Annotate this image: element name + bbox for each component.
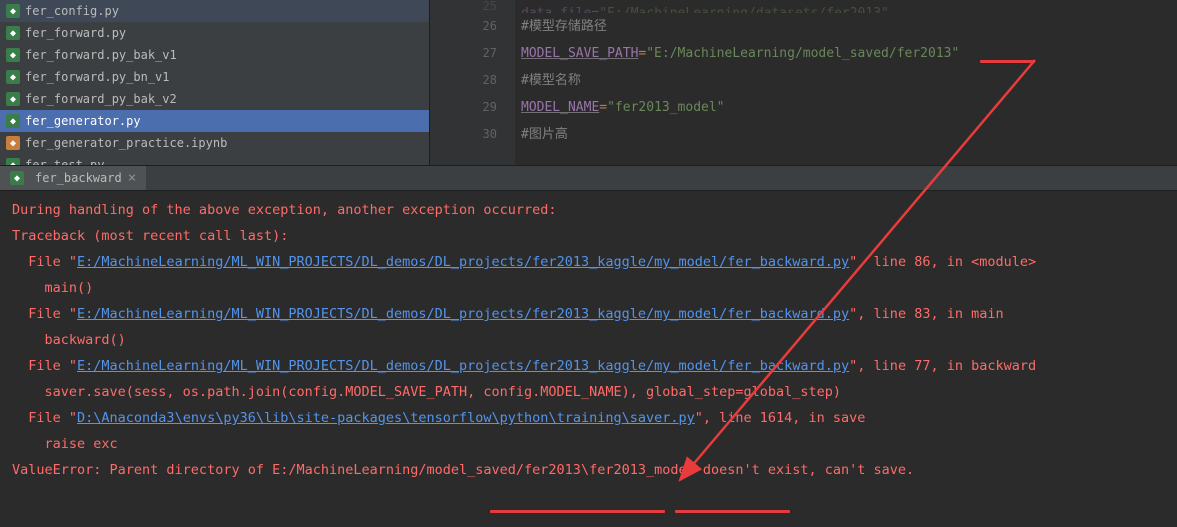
run-tab[interactable]: ◆ fer_backward × [0, 166, 146, 190]
code-line: #图片高 [521, 121, 1177, 148]
file-label: fer_forward.py_bak_v1 [25, 48, 177, 62]
annotation-underline [675, 510, 790, 513]
tab-label: fer_backward [35, 171, 122, 185]
console-line: File "E:/MachineLearning/ML_WIN_PROJECTS… [12, 249, 1165, 275]
code-line: data_file="E:/MachineLearning/datasets/f… [521, 0, 1177, 13]
annotation-underline [980, 60, 1035, 63]
line-number: 29 [430, 94, 497, 121]
file-item-generator-practice[interactable]: ◆ fer_generator_practice.ipynb [0, 132, 429, 154]
console-line: saver.save(sess, os.path.join(config.MOD… [12, 379, 1165, 405]
file-label: fer_forward.py [25, 26, 126, 40]
run-tab-bar: ◆ fer_backward × [0, 165, 1177, 191]
console-line: backward() [12, 327, 1165, 353]
code-area[interactable]: data_file="E:/MachineLearning/datasets/f… [515, 0, 1177, 165]
console-output[interactable]: During handling of the above exception, … [0, 191, 1177, 489]
traceback-link[interactable]: E:/MachineLearning/ML_WIN_PROJECTS/DL_de… [77, 254, 849, 270]
console-line: Traceback (most recent call last): [12, 223, 1165, 249]
file-label: fer_forward.py_bn_v1 [25, 70, 170, 84]
code-line: #模型存储路径 [521, 13, 1177, 40]
file-label: fer_forward_py_bak_v2 [25, 92, 177, 106]
python-file-icon: ◆ [6, 4, 20, 18]
file-tree: ◆ fer_config.py ◆ fer_forward.py ◆ fer_f… [0, 0, 430, 165]
close-icon[interactable]: × [128, 170, 136, 186]
python-file-icon: ◆ [6, 26, 20, 40]
file-item-test[interactable]: ◆ fer_test.py [0, 154, 429, 165]
line-number: 30 [430, 121, 497, 148]
code-line: MODEL_NAME="fer2013_model" [521, 94, 1177, 121]
python-file-icon: ◆ [6, 114, 20, 128]
editor-gutter: 25 26 27 28 29 30 [430, 0, 515, 165]
file-label: fer_generator.py [25, 114, 141, 128]
python-file-icon: ◆ [6, 70, 20, 84]
file-label: fer_generator_practice.ipynb [25, 136, 227, 150]
python-file-icon: ◆ [6, 48, 20, 62]
console-line: raise exc [12, 431, 1165, 457]
line-number: 26 [430, 13, 497, 40]
annotation-underline [490, 510, 665, 513]
file-label: fer_config.py [25, 4, 119, 18]
console-line: During handling of the above exception, … [12, 197, 1165, 223]
code-line: #模型名称 [521, 67, 1177, 94]
notebook-file-icon: ◆ [6, 136, 20, 150]
traceback-link[interactable]: E:/MachineLearning/ML_WIN_PROJECTS/DL_de… [77, 358, 849, 374]
file-item-forward-bn-v1[interactable]: ◆ fer_forward.py_bn_v1 [0, 66, 429, 88]
line-number: 27 [430, 40, 497, 67]
code-editor[interactable]: 25 26 27 28 29 30 data_file="E:/MachineL… [430, 0, 1177, 165]
traceback-link[interactable]: E:/MachineLearning/ML_WIN_PROJECTS/DL_de… [77, 306, 849, 322]
traceback-link[interactable]: D:\Anaconda3\envs\py36\lib\site-packages… [77, 410, 695, 426]
line-number: 28 [430, 67, 497, 94]
console-line: main() [12, 275, 1165, 301]
console-line: File "D:\Anaconda3\envs\py36\lib\site-pa… [12, 405, 1165, 431]
code-line: MODEL_SAVE_PATH="E:/MachineLearning/mode… [521, 40, 1177, 67]
console-line: File "E:/MachineLearning/ML_WIN_PROJECTS… [12, 353, 1165, 379]
python-file-icon: ◆ [6, 92, 20, 106]
file-item-config[interactable]: ◆ fer_config.py [0, 0, 429, 22]
python-file-icon: ◆ [6, 158, 20, 165]
console-line: ValueError: Parent directory of E:/Machi… [12, 457, 1165, 483]
python-file-icon: ◆ [10, 171, 24, 185]
console-line: File "E:/MachineLearning/ML_WIN_PROJECTS… [12, 301, 1165, 327]
file-item-forward[interactable]: ◆ fer_forward.py [0, 22, 429, 44]
file-label: fer_test.py [25, 158, 104, 165]
file-item-forward-bak-v1[interactable]: ◆ fer_forward.py_bak_v1 [0, 44, 429, 66]
file-item-generator[interactable]: ◆ fer_generator.py [0, 110, 429, 132]
line-number: 25 [430, 0, 497, 13]
file-item-forward-bak-v2[interactable]: ◆ fer_forward_py_bak_v2 [0, 88, 429, 110]
